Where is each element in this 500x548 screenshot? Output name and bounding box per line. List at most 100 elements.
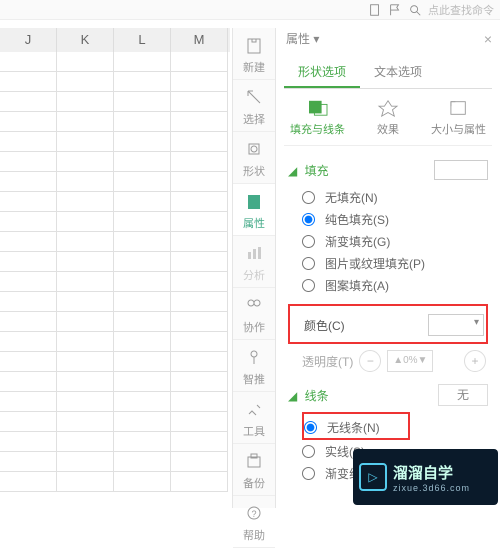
col-header[interactable]: J — [0, 28, 57, 52]
cell[interactable] — [114, 272, 171, 292]
strip-工具[interactable]: 工具 — [233, 392, 275, 444]
cell[interactable] — [114, 472, 171, 492]
cell[interactable] — [0, 292, 57, 312]
cell[interactable] — [171, 332, 228, 352]
cell[interactable] — [114, 92, 171, 112]
cell[interactable] — [0, 192, 57, 212]
opacity-minus-button[interactable]: − — [359, 350, 381, 372]
cell[interactable] — [114, 192, 171, 212]
cell[interactable] — [57, 212, 114, 232]
cell[interactable] — [57, 92, 114, 112]
cell[interactable] — [0, 132, 57, 152]
strip-新建[interactable]: 新建 — [233, 28, 275, 80]
cell[interactable] — [171, 392, 228, 412]
cell[interactable] — [171, 232, 228, 252]
cell[interactable] — [0, 252, 57, 272]
strip-备份[interactable]: 备份 — [233, 444, 275, 496]
cell[interactable] — [114, 112, 171, 132]
line-none-radio[interactable]: 无线条(N) — [304, 416, 408, 438]
cell[interactable] — [57, 432, 114, 452]
collapse-caret-icon[interactable]: ◢ — [288, 389, 297, 403]
strip-智推[interactable]: 智推 — [233, 340, 275, 392]
cell[interactable] — [171, 92, 228, 112]
cell[interactable] — [171, 312, 228, 332]
close-icon[interactable]: × — [484, 31, 492, 47]
cell[interactable] — [114, 352, 171, 372]
cell[interactable] — [0, 372, 57, 392]
cell[interactable] — [114, 392, 171, 412]
cell[interactable] — [114, 412, 171, 432]
col-header[interactable]: K — [57, 28, 114, 52]
collapse-caret-icon[interactable]: ◢ — [288, 164, 297, 178]
line-style-button[interactable]: 无 — [438, 384, 488, 406]
cell[interactable] — [0, 412, 57, 432]
cell[interactable] — [114, 212, 171, 232]
strip-选择[interactable]: 选择 — [233, 80, 275, 132]
cell[interactable] — [0, 352, 57, 372]
search-icon[interactable] — [408, 3, 422, 17]
strip-分析[interactable]: 分析 — [233, 236, 275, 288]
cell[interactable] — [0, 452, 57, 472]
cell[interactable] — [57, 72, 114, 92]
cell[interactable] — [171, 352, 228, 372]
cell[interactable] — [171, 432, 228, 452]
subtab-fill-line[interactable]: 填充与线条 — [290, 99, 345, 137]
cell[interactable] — [171, 472, 228, 492]
tab-shape-options[interactable]: 形状选项 — [284, 55, 360, 88]
strip-属性[interactable]: 属性 — [233, 184, 275, 236]
cell[interactable] — [57, 152, 114, 172]
cell[interactable] — [0, 232, 57, 252]
cell[interactable] — [171, 272, 228, 292]
cell[interactable] — [114, 292, 171, 312]
cell[interactable] — [57, 172, 114, 192]
cell[interactable] — [114, 232, 171, 252]
cell[interactable] — [171, 112, 228, 132]
cell[interactable] — [171, 212, 228, 232]
fill-preview-swatch[interactable] — [434, 160, 488, 180]
cell[interactable] — [57, 252, 114, 272]
cell[interactable] — [0, 92, 57, 112]
cell[interactable] — [171, 72, 228, 92]
cell[interactable] — [57, 132, 114, 152]
cell[interactable] — [114, 332, 171, 352]
fill-solid-radio[interactable]: 纯色填充(S) — [302, 208, 488, 230]
tab-text-options[interactable]: 文本选项 — [360, 55, 436, 88]
cell[interactable] — [57, 52, 114, 72]
cell[interactable] — [57, 452, 114, 472]
col-header[interactable]: M — [171, 28, 228, 52]
cell[interactable] — [171, 192, 228, 212]
cell[interactable] — [57, 472, 114, 492]
cell[interactable] — [171, 152, 228, 172]
subtab-size-props[interactable]: 大小与属性 — [431, 99, 486, 137]
cell[interactable] — [171, 252, 228, 272]
cell[interactable] — [114, 152, 171, 172]
cell[interactable] — [0, 152, 57, 172]
cell[interactable] — [171, 292, 228, 312]
cell[interactable] — [0, 272, 57, 292]
fill-gradient-radio[interactable]: 渐变填充(G) — [302, 230, 488, 252]
cell[interactable] — [0, 72, 57, 92]
cell[interactable] — [114, 432, 171, 452]
cell[interactable] — [57, 112, 114, 132]
subtab-effects[interactable]: 效果 — [377, 99, 399, 137]
cell[interactable] — [57, 332, 114, 352]
paste-icon[interactable] — [368, 3, 382, 17]
strip-协作[interactable]: 协作 — [233, 288, 275, 340]
cell[interactable] — [171, 52, 228, 72]
cell[interactable] — [57, 372, 114, 392]
cell[interactable] — [0, 52, 57, 72]
cell[interactable] — [0, 432, 57, 452]
cell[interactable] — [171, 412, 228, 432]
cell[interactable] — [57, 292, 114, 312]
search-hint[interactable]: 点此查找命令 — [428, 2, 494, 18]
flag-icon[interactable] — [388, 3, 402, 17]
cell[interactable] — [0, 212, 57, 232]
cell[interactable] — [114, 72, 171, 92]
cell[interactable] — [171, 452, 228, 472]
strip-帮助[interactable]: ?帮助 — [233, 496, 275, 548]
cell[interactable] — [114, 132, 171, 152]
cell[interactable] — [0, 392, 57, 412]
panel-dropdown-caret[interactable]: ▾ — [313, 32, 319, 46]
cell[interactable] — [0, 332, 57, 352]
spreadsheet-grid[interactable]: J K L M — [0, 28, 230, 508]
